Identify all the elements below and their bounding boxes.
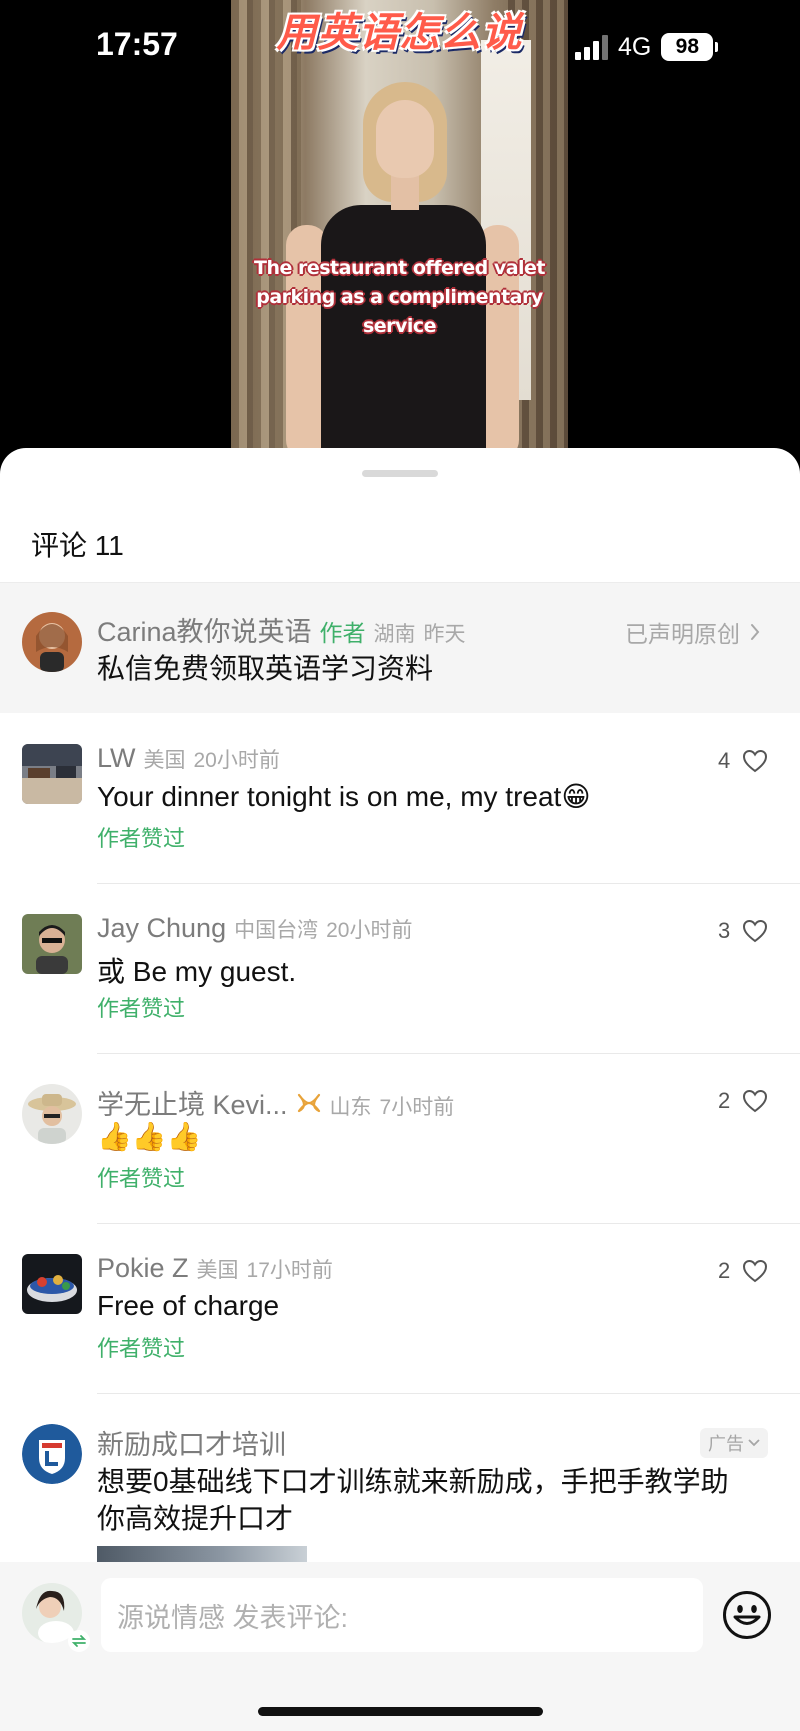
comment-location: 美国 xyxy=(143,749,186,772)
like-button[interactable]: 4 xyxy=(718,748,768,774)
divider xyxy=(97,1223,800,1224)
original-declared-link[interactable]: 已声明原创 xyxy=(625,615,760,649)
comment-location: 中国台湾 xyxy=(234,919,319,942)
comment-name-line: Pokie Z 美国 17小时前 xyxy=(97,1253,333,1284)
heart-icon xyxy=(743,1089,768,1113)
comment-time: 17小时前 xyxy=(246,1259,333,1282)
comment-time: 昨天 xyxy=(423,623,466,646)
video-banner: 用英语怎么说 xyxy=(231,0,568,60)
like-button[interactable]: 2 xyxy=(718,1258,768,1284)
like-count: 2 xyxy=(718,1258,731,1283)
commenter-name[interactable]: LW xyxy=(97,743,136,774)
commenter-name[interactable]: Jay Chung xyxy=(97,913,226,944)
comment-text: 私信免费领取英语学习资料 xyxy=(97,653,434,684)
avatar[interactable] xyxy=(22,612,82,672)
comment-time: 20小时前 xyxy=(193,749,280,772)
battery-icon: 98 xyxy=(661,33,719,61)
comment-time: 20小时前 xyxy=(326,919,413,942)
status-time: 17:57 xyxy=(96,26,178,62)
video-player[interactable]: 用英语怎么说 The restaurant offered valet park… xyxy=(231,0,568,460)
divider xyxy=(97,883,800,884)
author-liked-label: 作者赞过 xyxy=(97,996,186,1021)
smiley-icon[interactable] xyxy=(722,1590,772,1640)
video-caption: The restaurant offered valet parking as … xyxy=(253,257,546,337)
comment-name-line: Jay Chung 中国台湾 20小时前 xyxy=(97,913,412,944)
video-banner-text: 用英语怎么说 xyxy=(276,10,523,56)
heart-icon xyxy=(743,919,768,943)
avatar[interactable] xyxy=(22,1084,82,1144)
comment-location: 山东 xyxy=(329,1096,372,1119)
signal-icon xyxy=(575,34,608,60)
author-tag: 作者 xyxy=(319,620,366,646)
home-indicator[interactable] xyxy=(258,1707,543,1716)
ad-text-line-1: 想要0基础线下口才训练就来新励成，手把手教学助 xyxy=(97,1466,729,1497)
comment-time: 7小时前 xyxy=(379,1096,455,1119)
avatar[interactable] xyxy=(22,744,82,804)
comment-input[interactable]: 源说情感 发表评论: xyxy=(101,1578,703,1652)
author-liked-label: 作者赞过 xyxy=(97,1336,186,1361)
comment-text: Free of charge xyxy=(97,1290,280,1321)
comment-location: 美国 xyxy=(196,1259,239,1282)
comment-input-placeholder: 源说情感 发表评论: xyxy=(117,1602,349,1633)
avatar[interactable] xyxy=(22,1254,82,1314)
avatar[interactable] xyxy=(22,1424,82,1484)
comment-text: 👍👍👍 xyxy=(97,1121,202,1152)
switch-account-icon[interactable] xyxy=(68,1630,90,1652)
author-liked-label: 作者赞过 xyxy=(97,826,186,851)
ad-name-line: 新励成口才培训 xyxy=(97,1423,286,1462)
comment-name-line: LW 美国 20小时前 xyxy=(97,743,280,774)
commenter-name[interactable]: Carina教你说英语 xyxy=(97,610,312,649)
battery-level: 98 xyxy=(661,33,714,61)
heart-icon xyxy=(743,749,768,773)
status-indicators: 4G 98 xyxy=(575,30,719,64)
pinned-comment[interactable]: Carina教你说英语 作者 湖南 昨天 已声明原创 私信免费领取英语学习资料 xyxy=(0,583,800,713)
chevron-down-icon xyxy=(748,1439,760,1447)
pinned-name-line: Carina教你说英语 作者 湖南 昨天 xyxy=(97,610,466,649)
divider xyxy=(97,1393,800,1394)
chevron-right-icon xyxy=(751,624,760,640)
like-count: 3 xyxy=(718,918,731,943)
original-declared-label: 已声明原创 xyxy=(625,621,740,647)
sheet-grabber[interactable] xyxy=(362,470,438,477)
comment-composer: 源说情感 发表评论: xyxy=(0,1562,800,1731)
like-count: 2 xyxy=(718,1088,731,1113)
avatar[interactable] xyxy=(22,914,82,974)
divider xyxy=(97,1053,800,1054)
comment-text: Your dinner tonight is on me, my treat😁 xyxy=(97,781,591,812)
ad-text-line-2: 你高效提升口才 xyxy=(97,1503,294,1534)
author-liked-label: 作者赞过 xyxy=(97,1166,186,1191)
like-count: 4 xyxy=(718,748,731,773)
comments-sheet: 评论 11 Carina教你说英语 作者 湖南 昨天 已声明原创 私信免费领取英… xyxy=(0,448,800,1731)
like-button[interactable]: 2 xyxy=(718,1088,768,1114)
like-button[interactable]: 3 xyxy=(718,918,768,944)
comments-title: 评论 11 xyxy=(31,530,124,561)
screen: 用英语怎么说 The restaurant offered valet park… xyxy=(0,0,800,1731)
comment-text: 或 Be my guest. xyxy=(97,956,297,987)
ad-tag-label: 广告 xyxy=(708,1434,744,1454)
medal-badge-icon xyxy=(297,1093,320,1112)
comment-name-line: 学无止境 Kevi... 山东 7小时前 xyxy=(97,1083,454,1122)
ad-tag[interactable]: 广告 xyxy=(700,1428,768,1458)
advertiser-name[interactable]: 新励成口才培训 xyxy=(97,1423,286,1462)
video-presenter-face xyxy=(376,100,434,178)
commenter-name[interactable]: 学无止境 Kevi... xyxy=(97,1083,288,1122)
network-type: 4G xyxy=(618,32,652,61)
heart-icon xyxy=(743,1259,768,1283)
comment-location: 湖南 xyxy=(373,623,416,646)
commenter-name[interactable]: Pokie Z xyxy=(97,1253,189,1284)
